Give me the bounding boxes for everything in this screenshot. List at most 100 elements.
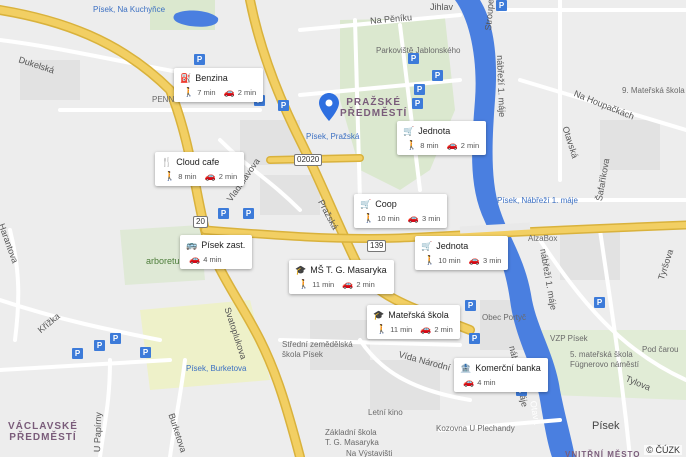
drive-time: 3 min [421, 214, 441, 223]
street-label-u-papirny: U Papírny [92, 411, 104, 453]
poi-label-kozovna: Kozovna U Plechandy [436, 424, 515, 433]
map-base-layer [0, 0, 686, 457]
walk-icon: 🚶 [298, 279, 310, 289]
parking-icon[interactable]: P [414, 84, 425, 95]
drive-time: 2 min [356, 280, 375, 289]
drive-time: 3 min [482, 256, 502, 265]
poi-label-na-vystavisti: Na Výstavišti [346, 449, 393, 457]
poi-label-pod-carou: Pod čarou [642, 345, 679, 354]
district-prazske-predmesti: PRAŽSKÉ PŘEDMĚSTÍ [340, 97, 408, 119]
walk-icon: 🚶 [183, 87, 195, 97]
car-icon: 🚗 [463, 377, 475, 387]
poi-card-jednota-2[interactable]: 🛒 Jednota 🚶 10 min 🚗 3 min [415, 236, 509, 270]
parking-icon[interactable]: P [194, 54, 205, 65]
road-number-02020: 02020 [294, 154, 323, 166]
cart-icon: 🛒 [403, 125, 415, 136]
drive-time: 4 min [203, 255, 222, 264]
card-title: Coop [375, 199, 397, 209]
walk-icon: 🚶 [164, 171, 176, 181]
fork-knife-icon: 🍴 [161, 156, 173, 167]
parking-icon[interactable]: P [465, 300, 476, 311]
walk-time: 7 min [197, 88, 216, 97]
parking-icon[interactable]: P [432, 70, 443, 81]
walk-time: 10 min [438, 256, 461, 265]
card-title: Mateřská škola [388, 310, 449, 320]
poi-card-pisek-zast[interactable]: 🚌 Písek zast. 🚗 4 min [180, 235, 253, 269]
parking-icon[interactable]: P [94, 340, 105, 351]
fuel-icon: ⛽ [180, 72, 192, 83]
walk-time: 8 min [420, 141, 439, 150]
bank-icon: 🏦 [460, 362, 472, 373]
location-pin-icon[interactable] [319, 93, 339, 121]
map-copyright: © ČÚZK [644, 445, 682, 455]
walk-icon: 🚶 [376, 324, 388, 334]
car-icon: 🚗 [407, 213, 419, 223]
street-label-nabrezi-top: nábřeží 1. máje [495, 55, 508, 118]
district-vaclavske-predmesti: VÁCLAVSKÉ PŘEDMĚSTÍ [8, 421, 78, 443]
card-title: Jednota [436, 241, 469, 251]
parking-icon[interactable]: P [594, 297, 605, 308]
stop-label-burketova: Písek, Burketova [186, 364, 247, 373]
poi-label-alzabox: AlzaBox [528, 234, 558, 243]
parking-icon[interactable]: P [412, 98, 423, 109]
poi-card-benzina[interactable]: ⛽ Benzina 🚶 7 min 🚗 2 min [174, 68, 264, 102]
parking-icon[interactable]: P [278, 100, 289, 111]
card-title: Cloud cafe [176, 157, 220, 167]
walk-icon: 🚶 [406, 140, 418, 150]
city-label-pisek: Písek [592, 420, 620, 432]
walk-time: 11 min [312, 280, 335, 289]
drive-time: 2 min [237, 88, 257, 97]
parking-icon[interactable]: P [243, 208, 254, 219]
card-title: Jednota [418, 126, 451, 136]
walk-icon: 🚶 [363, 213, 375, 223]
drive-time: 4 min [477, 378, 496, 387]
drive-time: 2 min [218, 172, 238, 181]
poi-card-materska-skola[interactable]: 🎓 Mateřská škola 🚶 11 min 🚗 2 min [367, 305, 460, 339]
poi-label-letni-kino: Letní kino [368, 408, 403, 417]
stop-label-nabrezi: Písek, Nábřeží 1. máje [497, 196, 578, 205]
parking-icon[interactable]: P [469, 333, 480, 344]
label-materska-9: 9. Mateřská škola [622, 86, 685, 95]
district-vnitrni-mesto: VNITŘNÍ MĚSTO [565, 450, 641, 457]
car-icon: 🚗 [420, 324, 432, 334]
poi-card-coop[interactable]: 🛒 Coop 🚶 10 min 🚗 3 min [354, 194, 448, 228]
street-label-jihlavska: Jihlav [430, 2, 454, 12]
car-icon: 🚗 [204, 171, 216, 181]
stop-label-na-kuchynce: Písek, Na Kuchyňce [93, 5, 166, 14]
parking-icon[interactable]: P [72, 348, 83, 359]
poi-card-cloud-cafe[interactable]: 🍴 Cloud cafe 🚶 8 min 🚗 2 min [155, 152, 245, 186]
car-icon: 🚗 [189, 254, 201, 264]
poi-label-vzp: VZP Písek [550, 334, 588, 343]
car-icon: 🚗 [446, 140, 458, 150]
map-canvas[interactable]: Písek, Na Kuchyňce Dukelská Na Pěníku Ji… [0, 0, 686, 457]
poi-label-stredni-skola: Střední zemědělská škola Písek [282, 340, 353, 359]
walk-time: 11 min [390, 325, 413, 334]
walk-time: 10 min [377, 214, 400, 223]
parking-icon[interactable]: P [408, 53, 419, 64]
parking-icon[interactable]: P [496, 0, 507, 11]
school-icon: 🎓 [373, 309, 385, 320]
road-number-139: 139 [367, 240, 387, 252]
parking-icon[interactable]: P [110, 333, 121, 344]
poi-card-komercni-banka[interactable]: 🏦 Komerční banka 🚗 4 min [454, 358, 548, 392]
poi-label-zakladni-skola: Základní škola T. G. Masaryka [325, 428, 379, 447]
poi-label-portyc: Obec Portyč [482, 313, 527, 322]
poi-card-jednota-1[interactable]: 🛒 Jednota 🚶 8 min 🚗 2 min [397, 121, 487, 155]
cart-icon: 🛒 [421, 240, 433, 251]
parking-icon[interactable]: P [140, 347, 151, 358]
bus-icon: 🚌 [186, 239, 198, 250]
parking-icon[interactable]: P [218, 208, 229, 219]
road-number-20: 20 [193, 216, 208, 228]
card-title: MŠ T. G. Masaryka [310, 265, 387, 275]
car-icon: 🚗 [468, 255, 480, 265]
school-icon: 🎓 [295, 264, 307, 275]
card-title: Benzina [195, 73, 228, 83]
cart-icon: 🛒 [360, 198, 372, 209]
poi-label-materska-5: 5. mateřská škola Fügnerovo náměstí [570, 350, 639, 369]
walk-time: 8 min [178, 172, 197, 181]
poi-card-ms-tgm[interactable]: 🎓 MŠ T. G. Masaryka 🚶 11 min 🚗 2 min [289, 260, 394, 294]
car-icon: 🚗 [342, 279, 354, 289]
card-title: Komerční banka [475, 363, 541, 373]
drive-time: 2 min [460, 141, 480, 150]
stop-label-pisek-prazska: Písek, Pražská [306, 132, 360, 141]
